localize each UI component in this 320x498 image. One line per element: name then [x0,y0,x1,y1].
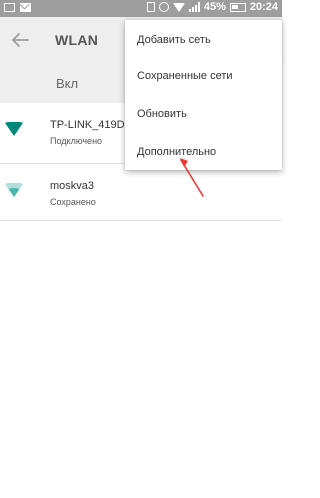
page-title: WLAN [55,32,99,48]
mail-icon [20,3,31,12]
status-bar: 45% 20:24 [0,0,282,17]
wifi-status-icon [172,2,185,12]
back-button[interactable] [8,28,32,52]
clock: 20:24 [249,1,278,13]
wifi-toggle-label: Вкл [56,76,79,91]
back-arrow-icon [12,33,29,47]
wifi-signal-weak-icon [5,183,23,197]
menu-item-add-network[interactable]: Добавить сеть [137,34,211,46]
status-indicators: 45% 20:24 [146,1,278,13]
network-status: Сохранено [50,197,96,207]
notification-icon [4,3,15,12]
wifi-signal-full-icon [5,122,23,136]
annotation-arrow-icon [180,158,204,197]
status-notifications [4,3,31,12]
network-name: moskva3 [50,180,95,192]
network-status: Подключено [50,136,103,146]
menu-item-saved-networks[interactable]: Сохраненные сети [137,70,233,82]
battery-icon [229,2,246,12]
menu-item-refresh[interactable]: Обновить [137,108,187,120]
network-item-saved[interactable]: moskva3 Сохранено [0,164,282,219]
vibrate-icon [146,2,155,12]
battery-percent: 45% [203,1,226,13]
alarm-icon [158,2,169,12]
list-divider [0,220,282,221]
overflow-menu: Добавить сеть Сохраненные сети Обновить … [125,20,282,170]
network-name: TP-LINK_419D3 [50,119,131,131]
cell-signal-icon [188,2,200,12]
